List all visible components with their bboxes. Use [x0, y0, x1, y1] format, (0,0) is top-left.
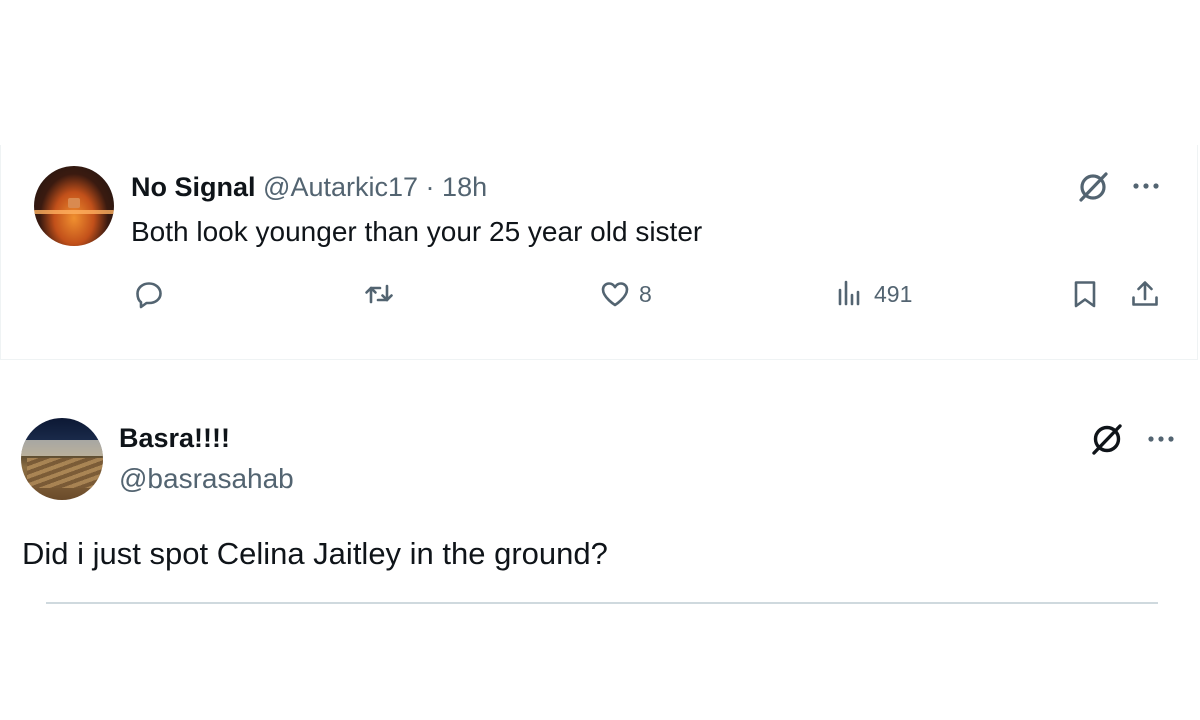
- display-name[interactable]: No Signal: [131, 172, 256, 202]
- more-icon[interactable]: [1129, 171, 1163, 201]
- user-handle[interactable]: @Autarkic17: [263, 172, 418, 202]
- action-bar: 8 491: [1, 278, 1199, 318]
- view-count: 491: [874, 280, 913, 307]
- reply-tweet-card[interactable]: No Signal @Autarkic17 · 18h Both look yo…: [0, 145, 1198, 360]
- tweet-text: Did i just spot Celina Jaitley in the gr…: [22, 536, 608, 571]
- avatar[interactable]: [34, 166, 114, 246]
- avatar-detail: [68, 198, 80, 208]
- reply-icon: [136, 282, 162, 309]
- more-icon[interactable]: [1144, 424, 1178, 454]
- avatar-detail: [21, 440, 103, 456]
- reply-button[interactable]: [133, 278, 165, 310]
- display-name[interactable]: Basra!!!!: [119, 422, 230, 454]
- avatar[interactable]: [21, 418, 103, 500]
- share-icon: [1132, 281, 1158, 306]
- avatar-detail: [34, 210, 114, 214]
- like-icon: [601, 282, 629, 307]
- grok-icon[interactable]: [1075, 169, 1111, 205]
- tweet-text: Both look younger than your 25 year old …: [131, 216, 703, 247]
- timestamp[interactable]: 18h: [442, 172, 487, 202]
- separator: ·: [425, 172, 435, 202]
- bookmark-icon: [1074, 281, 1096, 308]
- retweet-icon: [365, 284, 393, 304]
- views-icon: [838, 280, 860, 306]
- divider: [46, 602, 1158, 604]
- like-count: 8: [639, 280, 652, 307]
- user-handle[interactable]: @basrasahab: [119, 462, 294, 496]
- bookmark-button[interactable]: [1069, 278, 1101, 310]
- share-button[interactable]: [1129, 278, 1161, 310]
- views-button[interactable]: 491: [834, 278, 912, 310]
- retweet-button[interactable]: [363, 278, 395, 310]
- grok-icon[interactable]: [1088, 420, 1126, 458]
- avatar-detail: [27, 458, 103, 488]
- tweet-header: No Signal @Autarkic17 · 18h: [131, 171, 487, 203]
- like-button[interactable]: 8: [599, 278, 652, 310]
